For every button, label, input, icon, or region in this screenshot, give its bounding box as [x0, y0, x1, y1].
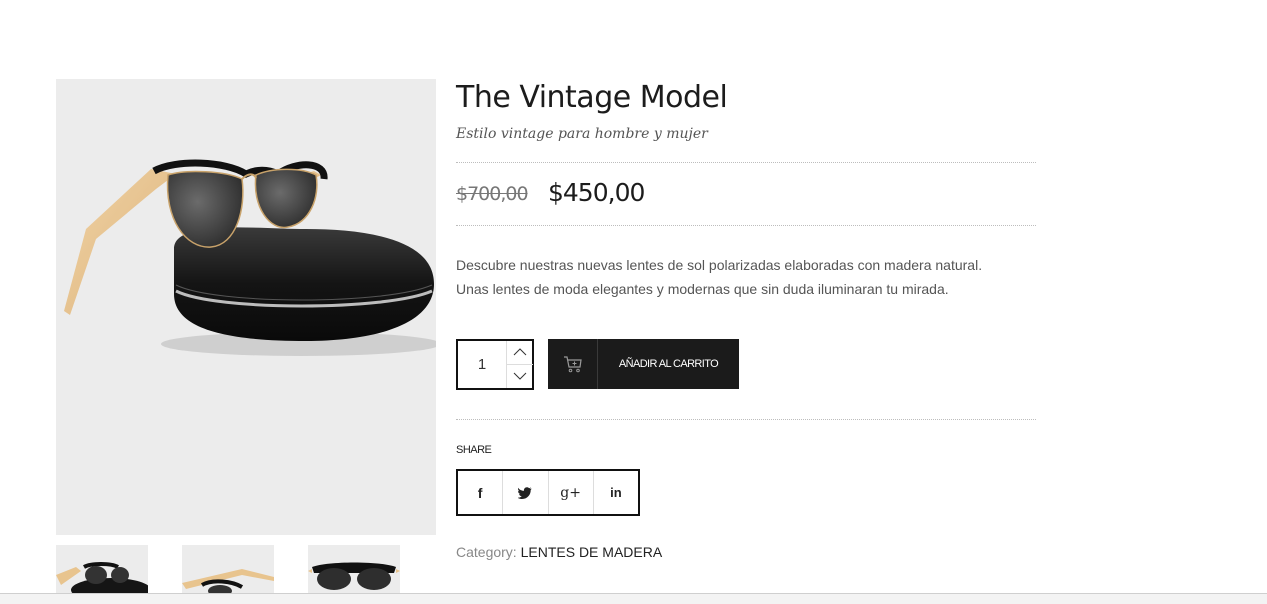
share-label: SHARE	[456, 444, 492, 456]
twitter-icon	[518, 486, 532, 499]
description-line: Unas lentes de moda elegantes y modernas…	[456, 281, 949, 297]
description-line: Descubre nuestras nuevas lentes de sol p…	[456, 257, 983, 273]
bottom-bar	[0, 593, 1267, 604]
price-sale: $450,00	[548, 178, 645, 207]
share-linkedin-button[interactable]: in	[594, 471, 638, 514]
quantity-increase-button[interactable]	[506, 341, 533, 365]
cart-icon-container	[548, 339, 598, 389]
product-subtitle: Estilo vintage para hombre y mujer	[456, 126, 708, 142]
chevron-up-icon	[513, 348, 527, 356]
share-google-plus-button[interactable]: g+	[549, 471, 594, 514]
divider	[456, 419, 1036, 420]
product-category: Category: LENTES DE MADERA	[456, 544, 662, 560]
divider	[456, 225, 1036, 226]
cart-icon	[564, 356, 582, 373]
share-facebook-button[interactable]: f	[458, 471, 504, 514]
share-buttons: f g+ in	[456, 469, 640, 516]
product-title: The Vintage Model	[456, 80, 728, 115]
add-to-cart-button[interactable]: AÑADIR AL CARRITO	[548, 339, 739, 389]
chevron-down-icon	[513, 372, 527, 380]
google-plus-icon: g+	[560, 484, 581, 501]
quantity-stepper[interactable]: 1	[456, 339, 534, 390]
category-link[interactable]: LENTES DE MADERA	[521, 544, 663, 560]
product-main-image[interactable]	[56, 79, 436, 535]
thumbnail-2[interactable]	[182, 545, 274, 595]
quantity-input[interactable]: 1	[458, 341, 506, 388]
facebook-icon: f	[477, 484, 483, 501]
divider	[456, 162, 1036, 163]
thumbnail-3[interactable]	[308, 545, 400, 595]
linkedin-icon: in	[610, 485, 622, 500]
share-twitter-button[interactable]	[503, 471, 549, 514]
price-original: $700,00	[456, 183, 529, 205]
product-description: Descubre nuestras nuevas lentes de sol p…	[456, 253, 1046, 301]
category-label: Category:	[456, 544, 517, 560]
thumbnail-1[interactable]	[56, 545, 148, 595]
add-to-cart-label: AÑADIR AL CARRITO	[618, 358, 719, 370]
quantity-decrease-button[interactable]	[506, 365, 533, 388]
